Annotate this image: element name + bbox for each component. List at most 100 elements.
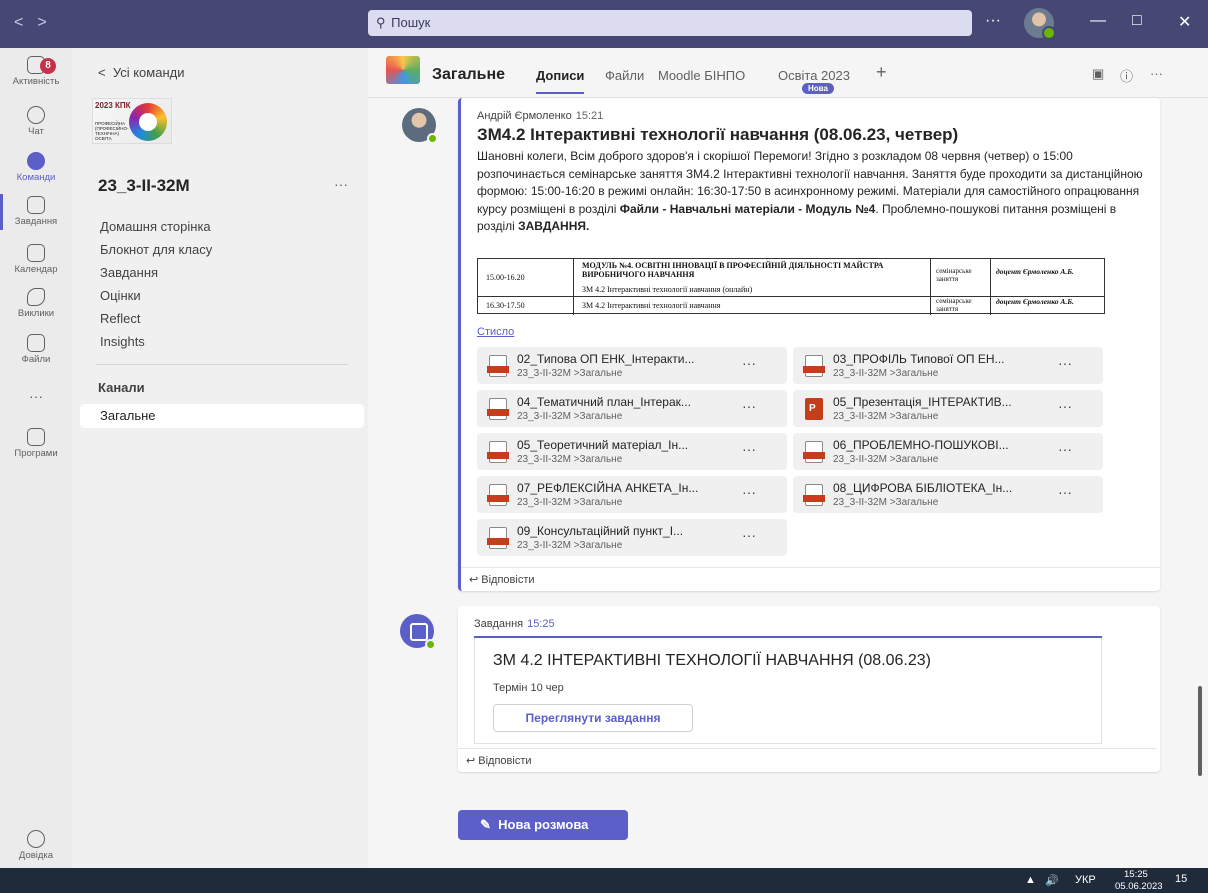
team-logo: 2023 КПК ПРОФЕСІЙНА (ПРОФЕСІЙНО-ТЕХНІЧНА… <box>92 98 172 144</box>
attachment-card[interactable]: 02_Типова ОП ЕНК_Інтеракти... 23_3-ІІ-32… <box>477 347 787 384</box>
rail-calls[interactable]: Виклики <box>0 288 72 319</box>
attachment-card[interactable]: P 05_Презентація_ІНТЕРАКТИВ... 23_3-ІІ-3… <box>793 390 1103 427</box>
attachment-path: 23_3-ІІ-32М >Загальне <box>833 454 939 465</box>
notification-count: 15 <box>1175 873 1188 885</box>
attachment-more-button[interactable]: ··· <box>742 398 756 414</box>
attachment-card[interactable]: 03_ПРОФІЛЬ Типової ОП ЕН... 23_3-ІІ-32М … <box>793 347 1103 384</box>
attachment-more-button[interactable]: ··· <box>1058 355 1072 371</box>
schedule-time-2: 16.30-17.50 <box>486 301 525 310</box>
team-more-button[interactable]: ··· <box>334 176 348 192</box>
settings-more-button[interactable]: ··· <box>985 12 1001 30</box>
rail-help[interactable]: Довідка <box>0 830 72 861</box>
post-time: 15:21 <box>575 110 604 122</box>
attachment-more-button[interactable]: ··· <box>742 484 756 500</box>
posts-feed: Андрій Єрмоленко 15:21 ЗМ4.2 Інтерактивні… <box>368 98 1208 868</box>
attachment-more-button[interactable]: ··· <box>1058 398 1072 414</box>
post-subject: ЗМ4.2 Інтерактивні технології навчання (… <box>477 125 959 144</box>
rail-chat-label: Чат <box>28 126 44 137</box>
team-logo-subtext: ПРОФЕСІЙНА (ПРОФЕСІЙНО-ТЕХНІЧНА) ОСВІТА <box>95 121 129 141</box>
rail-apps[interactable]: Програми <box>0 428 72 459</box>
rail-assignments[interactable]: Завдання <box>0 196 72 227</box>
header-more-button[interactable]: ··· <box>1150 66 1163 81</box>
rail-teams[interactable]: Команди <box>0 152 72 183</box>
clock-date[interactable]: 05.06.2023 <box>1115 881 1163 892</box>
tab-posts[interactable]: Дописи <box>536 68 585 94</box>
compose-icon: ✎ <box>480 817 499 832</box>
forward-arrow-icon[interactable]: > <box>37 14 60 31</box>
task-due: Термін 10 чер <box>493 682 564 694</box>
feed-scrollbar[interactable] <box>1198 686 1202 776</box>
schedule-topic-1: ЗМ 4.2 Інтерактивні технології навчання … <box>582 285 753 294</box>
reply-icon: ↩ <box>469 574 482 586</box>
new-conversation-button[interactable]: ✎ Нова розмова <box>458 810 628 840</box>
user-avatar[interactable] <box>1024 8 1056 40</box>
assignments-bot-avatar[interactable] <box>400 614 436 650</box>
attachment-more-button[interactable]: ··· <box>742 527 756 543</box>
attachment-path: 23_3-ІІ-32М >Загальне <box>517 540 623 551</box>
attachment-card[interactable]: 04_Тематичний план_Інтерак... 23_3-ІІ-32… <box>477 390 787 427</box>
team-nav-notebook[interactable]: Блокнот для класу <box>100 242 212 265</box>
team-nav-assignments[interactable]: Завдання <box>100 265 212 288</box>
reply-button[interactable]: ↩ Відповісти <box>469 573 535 586</box>
rail-calls-label: Виклики <box>17 308 55 319</box>
notification-icon[interactable]: 15 <box>1175 873 1187 885</box>
rail-chat[interactable]: Чат <box>0 106 72 137</box>
attachment-card[interactable]: 09_Консультаційний пункт_І... 23_3-ІІ-32… <box>477 519 787 556</box>
nav-arrows: <> <box>14 14 61 32</box>
attachment-more-button[interactable]: ··· <box>742 441 756 457</box>
team-logo-text: 2023 КПК <box>95 101 131 110</box>
clock-time[interactable]: 15:25 <box>1124 869 1148 880</box>
tab-education-2023[interactable]: Освіта 2023 <box>778 68 850 83</box>
team-nav: Домашня сторінка Блокнот для класу Завда… <box>100 219 212 357</box>
rail-files[interactable]: Файли <box>0 334 72 365</box>
volume-icon[interactable]: 🔊 <box>1045 874 1059 887</box>
post-body-bold-2: ЗАВДАННЯ. <box>518 219 590 233</box>
attachment-card[interactable]: 08_ЦИФРОВА БІБЛІОТЕКА_Ін... 23_3-ІІ-32М … <box>793 476 1103 513</box>
maximize-button[interactable]: □ <box>1132 12 1142 30</box>
all-teams-button[interactable]: < Усі команди <box>98 65 184 80</box>
back-arrow-icon[interactable]: < <box>14 14 37 31</box>
see-less-link[interactable]: Стисло <box>477 326 514 338</box>
schedule-module: МОДУЛЬ №4. ОСВІТНІ ІННОВАЦІЇ В ПРОФЕСІЙН… <box>582 261 884 279</box>
attachment-card[interactable]: 05_Теоретичний матеріал_Ін... 23_3-ІІ-32… <box>477 433 787 470</box>
team-name: 23_3-ІІ-32М <box>98 176 190 195</box>
view-assignment-button[interactable]: Переглянути завдання <box>493 704 693 732</box>
team-nav-grades[interactable]: Оцінки <box>100 288 212 311</box>
teams-icon <box>27 152 45 170</box>
post-card: Андрій Єрмоленко 15:21 ЗМ4.2 Інтерактивні… <box>458 98 1160 591</box>
attachment-more-button[interactable]: ··· <box>1058 441 1072 457</box>
attachment-more-button[interactable]: ··· <box>1058 484 1072 500</box>
minimize-button[interactable]: — <box>1090 12 1106 30</box>
attachment-name: 09_Консультаційний пункт_І... <box>517 524 684 538</box>
pdf-file-icon <box>487 527 509 549</box>
rail-more-button[interactable]: ··· <box>0 388 72 404</box>
reply-button[interactable]: ↩ Відповісти <box>466 754 532 767</box>
attachment-card[interactable]: 06_ПРОБЛЕМНО-ПОШУКОВІ... 23_3-ІІ-32М >За… <box>793 433 1103 470</box>
rail-calendar[interactable]: Календар <box>0 244 72 275</box>
team-pane: < Усі команди 2023 КПК ПРОФЕСІЙНА (ПРОФЕ… <box>72 48 368 868</box>
info-icon[interactable]: ⓘ <box>1120 66 1133 85</box>
team-nav-insights[interactable]: Insights <box>100 334 212 357</box>
task-post-time: 15:25 <box>527 618 555 630</box>
author-avatar[interactable] <box>402 108 438 144</box>
close-button[interactable]: ✕ <box>1178 12 1191 32</box>
language-indicator[interactable]: УКР <box>1075 874 1096 886</box>
tray-chevron-icon[interactable]: ▲ <box>1025 874 1036 886</box>
tab-files[interactable]: Файли <box>605 68 644 83</box>
search-input[interactable]: ⚲ Пошук <box>368 10 972 36</box>
attachment-card[interactable]: 07_РЕФЛЕКСІЙНА АНКЕТА_Ін... 23_3-ІІ-32М … <box>477 476 787 513</box>
post-author[interactable]: Андрій Єрмоленко <box>477 110 572 122</box>
schedule-time-1: 15.00-16.20 <box>486 273 525 282</box>
attachment-path: 23_3-ІІ-32М >Загальне <box>833 368 939 379</box>
task-post-meta: Завдання 15:25 <box>474 618 555 630</box>
attachment-more-button[interactable]: ··· <box>742 355 756 371</box>
channel-general[interactable]: Загальне <box>80 404 364 428</box>
tab-moodle[interactable]: Moodle БІНПО <box>658 68 745 83</box>
team-nav-reflect[interactable]: Reflect <box>100 311 212 334</box>
new-conversation-label: Нова розмова <box>498 817 589 832</box>
rail-activity[interactable]: Активність 8 <box>0 56 72 87</box>
attachment-name: 02_Типова ОП ЕНК_Інтеракти... <box>517 352 695 366</box>
add-tab-button[interactable]: + <box>876 62 887 83</box>
video-icon[interactable]: ▣ <box>1092 66 1104 82</box>
team-nav-home[interactable]: Домашня сторінка <box>100 219 212 242</box>
